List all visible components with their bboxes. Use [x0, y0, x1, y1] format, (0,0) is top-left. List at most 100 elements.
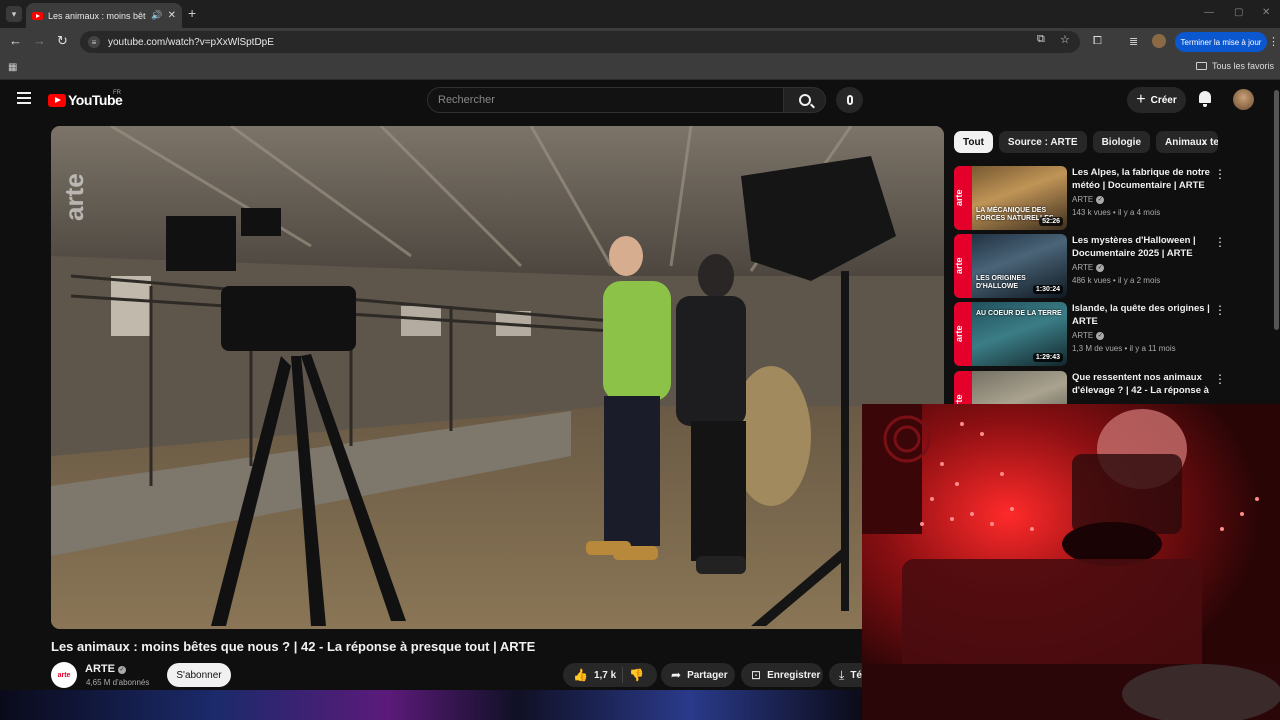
bookmark-icon: ⊡ [751, 668, 762, 682]
folder-icon [1195, 62, 1207, 70]
recommendation-item[interactable]: arte Les origines d'Hallowe 1:30:24 Les … [954, 234, 1234, 298]
thumbnail[interactable]: arte Au coeur de la terre 1:29:43 [954, 302, 1067, 366]
page-scrollbar[interactable] [1274, 90, 1279, 330]
recommendation-channel[interactable]: ARTE ✓ [1072, 263, 1105, 272]
subscribe-button[interactable]: S'abonner [167, 663, 231, 687]
save-button[interactable]: ⊡ Enregistrer [741, 663, 823, 687]
tab-search-button[interactable]: ▾ [6, 6, 22, 22]
channel-name[interactable]: ARTE ✓ [85, 663, 126, 675]
channel-name-text: ARTE [1072, 331, 1094, 340]
filter-chips: Tout Source : ARTE Biologie Animaux terr… [954, 131, 1219, 153]
share-button[interactable]: ➦ Partager [661, 663, 735, 687]
browser-profile-avatar[interactable] [1152, 34, 1166, 48]
search-box[interactable] [427, 87, 784, 113]
recommendation-title[interactable]: Islande, la quête des origines | ARTE [1072, 302, 1210, 328]
extensions-icon[interactable]: ⧠ [1093, 35, 1102, 48]
all-bookmarks-button[interactable]: Tous les favoris [1195, 61, 1274, 71]
reload-icon[interactable]: ↻ [57, 34, 68, 48]
apps-grid-icon[interactable]: ▦ [8, 62, 17, 73]
bookmark-star-icon[interactable]: ☆ [1060, 33, 1070, 46]
verified-icon: ✓ [1096, 196, 1105, 204]
download-label: Té [850, 669, 862, 681]
browser-tab-active[interactable]: Les animaux : moins bêtes que nous ? 🔊 ✕ [26, 3, 182, 28]
new-tab-button[interactable]: + [188, 6, 196, 20]
search-button[interactable] [784, 87, 826, 113]
channel-name-text: ARTE [85, 663, 115, 675]
more-options-icon[interactable]: ⋮ [1214, 235, 1226, 249]
duration-badge: 52:26 [1039, 217, 1063, 226]
chip-land-animals[interactable]: Animaux terrestres [1156, 131, 1219, 153]
recommendation-channel[interactable]: ARTE ✓ [1072, 331, 1105, 340]
recommendation-title[interactable]: Les Alpes, la fabrique de notre météo | … [1072, 166, 1210, 192]
download-icon: ⤓ [839, 667, 845, 682]
update-button[interactable]: Terminer la mise à jour [1175, 32, 1267, 52]
youtube-play-icon [48, 93, 66, 107]
view-count: 486 k vues [1072, 276, 1111, 285]
arte-logo-strip: arte [954, 166, 972, 230]
voice-search-button[interactable] [836, 87, 863, 113]
recommendation-item[interactable]: arte Au coeur de la terre 1:29:43 Island… [954, 302, 1234, 366]
maximize-icon[interactable]: ▢ [1234, 7, 1243, 18]
video-player[interactable]: arte [51, 126, 944, 629]
chip-source-arte[interactable]: Source : ARTE [998, 131, 1087, 153]
like-icon[interactable]: 👍 [573, 668, 588, 682]
account-avatar[interactable] [1233, 89, 1254, 110]
plus-icon: + [1136, 91, 1146, 108]
youtube-logo[interactable]: YouTube [48, 92, 123, 108]
thumbnail-caption: Au coeur de la terre [976, 310, 1062, 317]
more-options-icon[interactable]: ⋮ [1214, 303, 1226, 317]
install-app-icon[interactable]: ⧉ [1037, 33, 1045, 46]
background-wallpaper [0, 690, 862, 720]
tab-title: Les animaux : moins bêtes que nous ? [48, 10, 146, 21]
speaker-icon[interactable]: 🔊 [151, 10, 162, 21]
chip-all[interactable]: Tout [954, 131, 993, 153]
reading-list-icon[interactable]: ≣ [1129, 35, 1138, 48]
recommendation-item[interactable]: arte La mécanique des forces naturelles … [954, 166, 1234, 230]
verified-icon: ✓ [1096, 332, 1105, 340]
upload-age: il y a 4 mois [1117, 208, 1161, 217]
webcam-frame [862, 404, 1280, 720]
download-button[interactable]: ⤓ Té [829, 663, 862, 687]
view-count: 143 k vues [1072, 208, 1111, 217]
view-count: 1,3 M de vues [1072, 344, 1123, 353]
country-code: FR [113, 90, 121, 96]
back-icon[interactable]: ← [9, 34, 22, 48]
recommendation-title[interactable]: Les mystères d'Halloween | Documentaire … [1072, 234, 1210, 260]
chip-biology[interactable]: Biologie [1092, 131, 1151, 153]
verified-icon: ✓ [117, 666, 126, 674]
more-options-icon[interactable]: ⋮ [1214, 372, 1226, 386]
chevron-right-icon[interactable]: › [1202, 134, 1206, 149]
share-label: Partager [687, 669, 728, 681]
youtube-masthead: YouTube FR + Créer [0, 81, 1280, 119]
microphone-icon [846, 95, 853, 105]
recommendation-channel[interactable]: ARTE ✓ [1072, 195, 1105, 204]
more-options-icon[interactable]: ⋮ [1214, 167, 1226, 181]
minimize-icon[interactable]: — [1204, 7, 1214, 18]
arte-logo-strip: arte [954, 234, 972, 298]
channel-name-text: ARTE [1072, 263, 1094, 272]
notifications-bell-icon[interactable] [1198, 91, 1212, 107]
search-input[interactable] [428, 88, 783, 112]
recommendation-meta: 1,3 M de vues • il y a 11 mois [1072, 344, 1176, 353]
channel-avatar[interactable]: arte [51, 662, 77, 688]
thumbnail[interactable]: arte Les origines d'Hallowe 1:30:24 [954, 234, 1067, 298]
close-window-icon[interactable]: ✕ [1262, 7, 1270, 18]
search-icon [798, 94, 811, 106]
youtube-favicon-icon [32, 11, 43, 20]
webcam-overlay [862, 404, 1280, 720]
address-bar[interactable]: ≡ youtube.com/watch?v=pXxWlSptDpE [80, 31, 1080, 53]
create-button[interactable]: + Créer [1127, 87, 1186, 113]
dislike-icon[interactable]: 👎 [629, 668, 644, 682]
url-text[interactable]: youtube.com/watch?v=pXxWlSptDpE [108, 37, 274, 48]
arte-logo-strip: arte [954, 302, 972, 366]
close-tab-icon[interactable]: ✕ [168, 10, 176, 21]
like-count[interactable]: 1,7 k [594, 670, 616, 681]
menu-icon[interactable] [17, 92, 31, 104]
browser-menu-icon[interactable]: ⋮ [1268, 35, 1279, 48]
upload-age: il y a 11 mois [1129, 344, 1176, 353]
channel-name-text: ARTE [1072, 195, 1094, 204]
recommendation-meta: 486 k vues • il y a 2 mois [1072, 276, 1161, 285]
thumbnail[interactable]: arte La mécanique des forces naturelles … [954, 166, 1067, 230]
site-info-icon[interactable]: ≡ [88, 36, 100, 48]
forward-icon[interactable]: → [33, 34, 46, 48]
